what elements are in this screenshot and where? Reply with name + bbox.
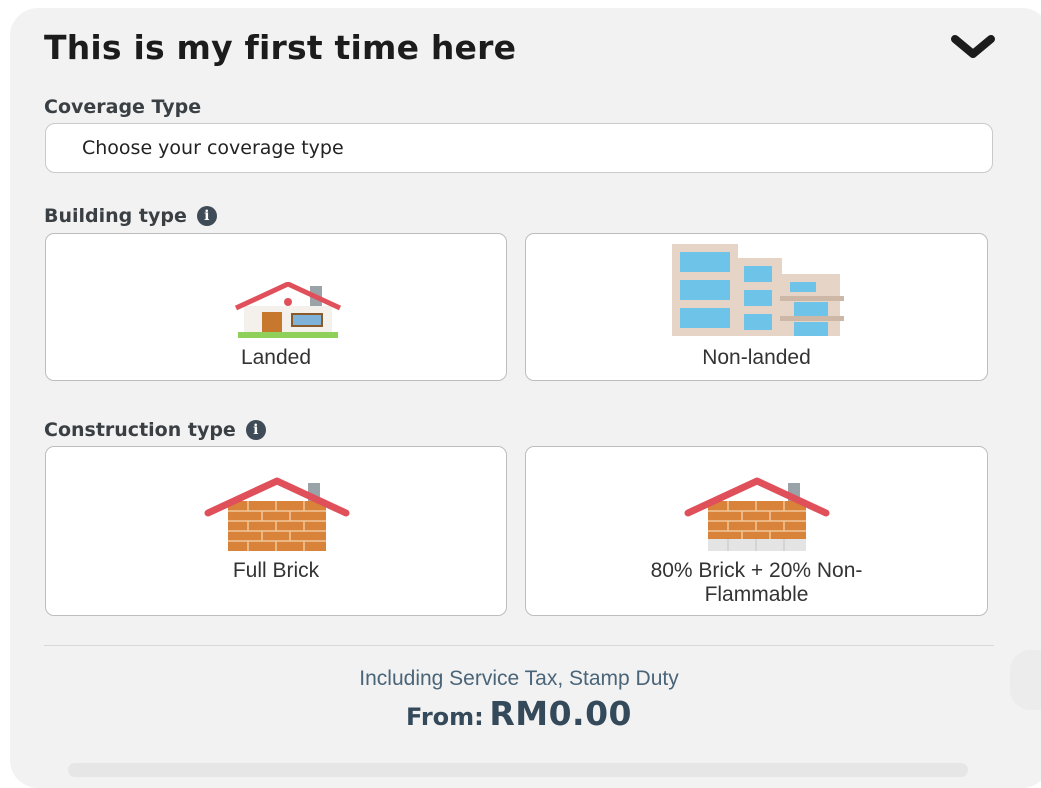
coverage-type-label-text: Coverage Type bbox=[44, 96, 202, 118]
construction-option-label: 80% Brick + 20% Non- Flammable bbox=[526, 559, 987, 607]
construction-type-label-text: Construction type bbox=[44, 419, 236, 441]
brick-house-icon bbox=[204, 477, 350, 551]
coverage-type-select[interactable]: Choose your coverage type bbox=[45, 123, 993, 173]
construction-option-label-line1: 80% Brick + 20% Non- bbox=[650, 559, 863, 582]
construction-option-label: Full Brick bbox=[232, 559, 320, 582]
tax-note: Including Service Tax, Stamp Duty bbox=[359, 667, 679, 690]
coverage-type-value: Choose your coverage type bbox=[82, 137, 344, 159]
info-icon[interactable]: i bbox=[245, 420, 266, 440]
panel-header[interactable]: This is my first time here bbox=[44, 22, 995, 72]
building-option-non-landed[interactable]: Non-landed bbox=[525, 233, 988, 381]
price-from-label: From: bbox=[405, 703, 484, 731]
chevron-down-icon[interactable] bbox=[951, 32, 995, 62]
building-option-label: Non-landed bbox=[702, 346, 811, 369]
construction-option-full-brick[interactable]: Full Brick bbox=[45, 446, 507, 616]
building-option-landed[interactable]: Landed bbox=[45, 233, 507, 381]
construction-option-brick-non-flammable[interactable]: 80% Brick + 20% Non- Flammable bbox=[525, 446, 988, 616]
page-title: This is my first time here bbox=[44, 27, 517, 67]
construction-type-label: Construction type i bbox=[44, 419, 266, 441]
bottom-bar bbox=[68, 763, 968, 777]
price-summary: From: RM0.00 bbox=[44, 694, 994, 733]
price-amount: RM0.00 bbox=[489, 694, 633, 733]
info-icon[interactable]: i bbox=[196, 206, 217, 226]
building-option-label: Landed bbox=[240, 346, 312, 369]
brick-house-partial-icon bbox=[684, 477, 830, 551]
apartment-building-icon bbox=[672, 244, 844, 336]
building-type-label: Building type i bbox=[44, 205, 217, 227]
coverage-type-label: Coverage Type bbox=[44, 96, 201, 118]
floating-tab[interactable] bbox=[1010, 650, 1041, 710]
divider bbox=[44, 645, 994, 646]
house-icon bbox=[234, 282, 342, 338]
building-type-label-text: Building type bbox=[44, 205, 187, 227]
construction-option-label-line2: Flammable bbox=[704, 583, 809, 606]
